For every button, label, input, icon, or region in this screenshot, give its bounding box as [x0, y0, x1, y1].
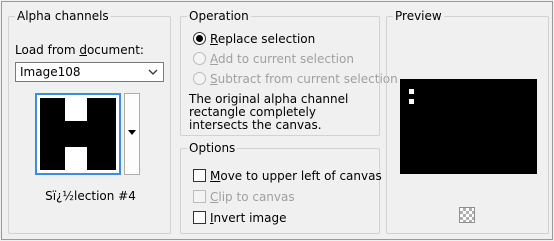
radio-replace-selection[interactable]: Replace selection — [193, 31, 315, 47]
operation-title: Operation — [187, 9, 251, 23]
load-from-document-label: Load from document: — [15, 43, 144, 57]
radio-replace-indicator[interactable] — [193, 32, 206, 45]
transparency-checker-icon[interactable] — [459, 207, 475, 223]
checkbox-clip-label: Clip to canvas — [210, 190, 295, 204]
dialog-panel: Alpha channels Load from document: Image… — [1, 1, 553, 240]
radio-add-to-selection[interactable]: Add to current selection — [193, 51, 354, 67]
options-title: Options — [187, 141, 238, 155]
options-group: Options Move to upper left of canvas Cli… — [180, 141, 382, 234]
checkbox-move-box[interactable] — [193, 169, 206, 182]
checkbox-move-label: Move to upper left of canvas — [210, 169, 382, 183]
checkbox-clip-box[interactable] — [193, 190, 206, 203]
alpha-channels-title: Alpha channels — [15, 9, 111, 23]
checkbox-move-to-upper-left[interactable]: Move to upper left of canvas — [193, 168, 382, 184]
preview-group: Preview — [386, 9, 549, 234]
radio-subtract-indicator[interactable] — [193, 72, 206, 85]
operation-group: Operation Replace selection Add to curre… — [180, 9, 398, 136]
operation-description: The original alpha channel rectangle com… — [189, 92, 349, 132]
document-select[interactable]: Image108 — [15, 62, 164, 82]
preview-title: Preview — [393, 9, 444, 23]
radio-replace-label: Replace selection — [210, 32, 316, 46]
thumbnail-dropdown-button[interactable] — [124, 93, 140, 175]
preview-image — [400, 79, 537, 174]
checkbox-invert-image[interactable]: Invert image — [193, 210, 286, 226]
checkbox-clip-to-canvas[interactable]: Clip to canvas — [193, 189, 295, 205]
caret-down-icon — [128, 130, 136, 135]
chevron-down-icon — [148, 69, 158, 75]
selection-thumbnail[interactable] — [35, 93, 121, 175]
checkbox-invert-label: Invert image — [210, 211, 287, 225]
checkbox-invert-box[interactable] — [193, 211, 206, 224]
radio-subtract-label: Subtract from current selection — [210, 72, 398, 86]
radio-add-indicator[interactable] — [193, 52, 206, 65]
document-select-value: Image108 — [20, 65, 81, 79]
alpha-channels-group: Alpha channels Load from document: Image… — [8, 9, 171, 234]
selection-thumbnail-image — [40, 98, 116, 170]
selection-name-label: Sï¿½lection #4 — [45, 189, 136, 203]
radio-subtract-from-selection[interactable]: Subtract from current selection — [193, 71, 398, 87]
radio-add-label: Add to current selection — [210, 52, 354, 66]
